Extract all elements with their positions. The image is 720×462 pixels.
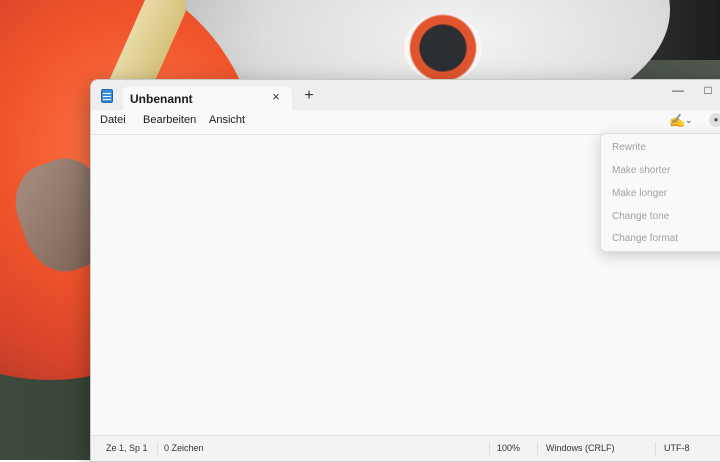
tab-unbenannt[interactable]: Unbenannt × [123,86,292,110]
menu-item-make-shorter[interactable]: Make shorter [612,165,670,176]
menu-bearbeiten[interactable]: Bearbeiten [143,113,196,127]
menu-bar: Datei Bearbeiten Ansicht ✍ ⌄ ● [91,110,720,134]
line-ending[interactable]: Windows (CRLF) [546,443,615,453]
account-icon[interactable]: ● [709,113,720,127]
menu-item-change-format[interactable]: Change format [612,233,678,244]
zoom-level[interactable]: 100% [497,443,520,453]
menu-item-change-tone[interactable]: Change tone [612,211,669,222]
status-bar: Ze 1, Sp 1 0 Zeichen 100% Windows (CRLF)… [91,435,720,461]
menu-item-rewrite[interactable]: Rewrite [612,142,646,153]
cursor-position: Ze 1, Sp 1 [106,443,148,453]
chevron-down-icon: ⌄ [685,115,693,125]
character-count: 0 Zeichen [164,443,204,453]
menu-ansicht[interactable]: Ansicht [209,113,245,127]
status-divider [489,442,490,455]
copilot-rewrite-menu: Rewrite Make shorter Make longer Change … [600,133,720,252]
maximize-button[interactable]: □ [693,80,720,102]
encoding[interactable]: UTF-8 [664,443,690,453]
status-divider [537,442,538,455]
copilot-rewrite-button[interactable]: ✍ ⌄ [665,112,695,130]
status-divider [655,442,656,455]
status-divider [157,442,158,455]
menu-datei[interactable]: Datei [100,113,126,127]
minimize-button[interactable]: — [663,80,693,102]
wallpaper-puffin-eye [404,14,482,82]
title-bar[interactable]: Unbenannt × + — □ [91,80,720,110]
pen-sparkle-icon: ✍ [669,113,686,128]
new-tab-button[interactable]: + [298,86,320,106]
close-tab-icon[interactable]: × [268,89,284,105]
notepad-app-icon [101,89,113,103]
tab-title: Unbenannt [130,92,193,106]
menu-item-make-longer[interactable]: Make longer [612,188,667,199]
